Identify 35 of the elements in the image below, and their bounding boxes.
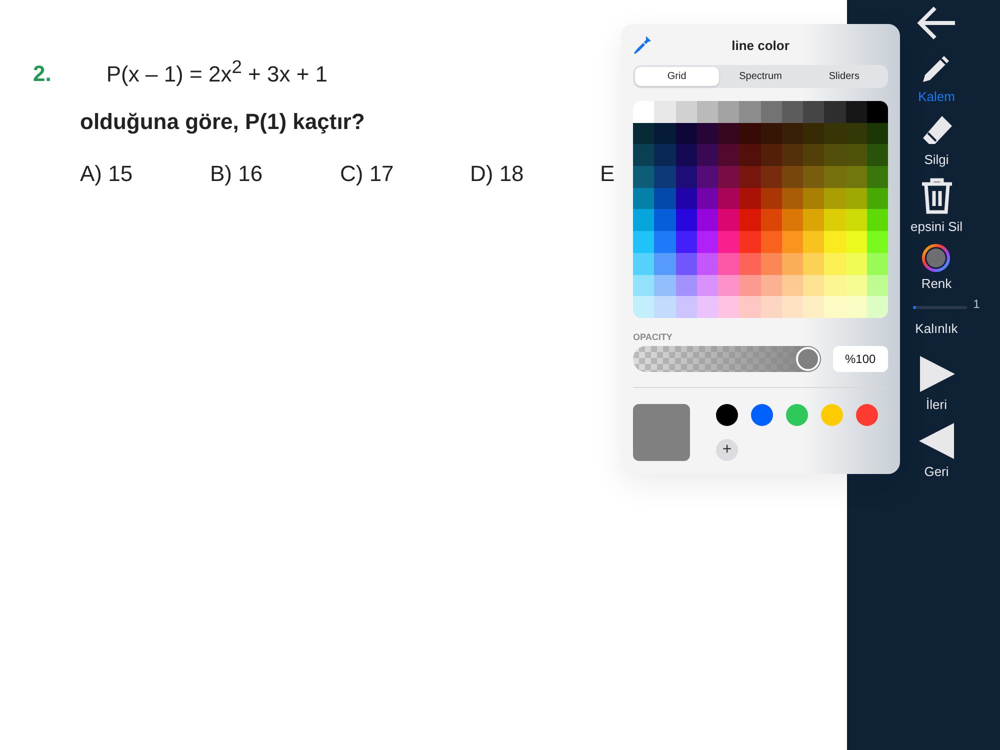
play-triangle-icon [918, 355, 956, 393]
question-text: olduğuna göre, P(1) kaçtır? [80, 109, 366, 136]
color-swatch[interactable] [856, 404, 878, 426]
equation-text: P(x – 1) = 2x$^{2}$ + 3x + 1 [106, 56, 328, 88]
color-wheel-icon [922, 244, 950, 272]
picker-tab[interactable]: Spectrum [718, 67, 802, 86]
opacity-slider[interactable] [633, 346, 821, 372]
question-number: 2. [33, 61, 52, 88]
tool-button[interactable]: Kalem [918, 53, 955, 104]
answer-option: A) 15 [80, 161, 210, 188]
tool-button[interactable]: epsini Sil [910, 177, 963, 234]
opacity-label: OPACITY [633, 332, 674, 342]
picker-tab[interactable]: Sliders [802, 67, 886, 86]
tool-button[interactable]: Geri [918, 422, 956, 479]
opacity-value-field[interactable]: %100 [833, 346, 888, 372]
color-swatch[interactable] [821, 404, 843, 426]
thickness-label: Kalınlık [915, 321, 958, 336]
tool-button[interactable]: Renk [921, 244, 952, 291]
answer-option: E [600, 161, 730, 188]
color-grid-drawing[interactable] [633, 101, 888, 318]
thickness-value: 1 [973, 297, 980, 311]
eyedropper-icon[interactable] [633, 34, 653, 56]
tool-button[interactable]: Silgi [920, 114, 954, 167]
picker-tab[interactable]: Grid [635, 67, 719, 86]
reverse-triangle-icon [918, 422, 956, 460]
color-swatch[interactable] [716, 404, 738, 426]
popover-title: line color [730, 38, 790, 52]
tool-button[interactable]: İleri [918, 355, 956, 412]
back-arrow-icon [916, 5, 956, 41]
color-swatch[interactable] [751, 404, 773, 426]
color-swatch[interactable] [786, 404, 808, 426]
answer-option: C) 17 [340, 161, 470, 188]
answer-option: B) 16 [210, 161, 340, 188]
answer-option: D) 18 [470, 161, 600, 188]
add-color-button[interactable]: + [716, 438, 738, 461]
